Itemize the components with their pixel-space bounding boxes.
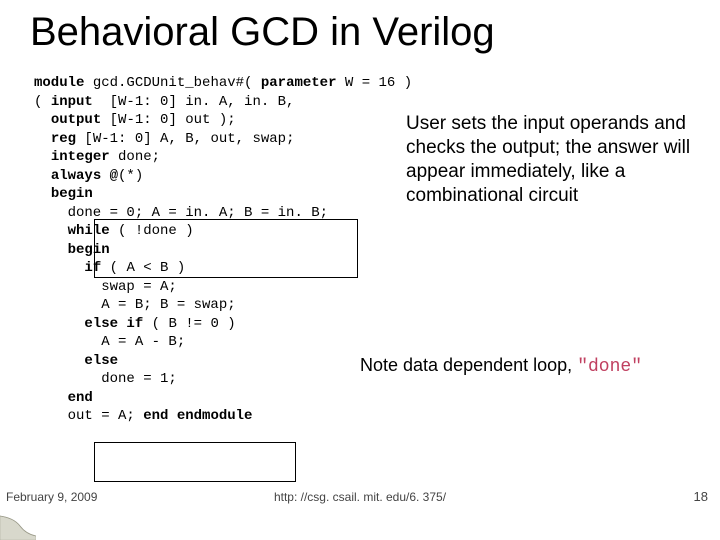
code-kw: module — [34, 75, 84, 91]
footer-page-number: 18 — [694, 489, 708, 504]
code-text — [34, 316, 84, 332]
code-text: [W-1: 0] in. A, in. B, — [93, 94, 295, 110]
slide-title: Behavioral GCD in Verilog — [30, 10, 690, 55]
code-kw: always @ — [51, 168, 118, 184]
code-text: [W-1: 0] out ); — [101, 112, 235, 128]
code-kw: end — [143, 408, 168, 424]
annotation-done-literal: "done" — [577, 357, 642, 377]
code-kw: begin — [51, 186, 93, 202]
code-kw: reg — [51, 131, 76, 147]
code-text — [34, 112, 51, 128]
code-text — [34, 168, 51, 184]
code-text: done = 1; — [34, 371, 177, 387]
code-text — [34, 223, 68, 239]
highlight-box-end — [94, 442, 296, 482]
code-text: W = 16 ) — [336, 75, 412, 91]
code-text — [34, 353, 84, 369]
code-kw: endmodule — [177, 408, 253, 424]
code-text: (*) — [118, 168, 143, 184]
code-text: swap = A; — [34, 279, 177, 295]
code-text — [34, 390, 68, 406]
annotation-text: Note data dependent loop, — [360, 355, 577, 375]
code-kw: integer — [51, 149, 110, 165]
code-text: out = A; — [34, 408, 143, 424]
code-text — [34, 242, 68, 258]
code-text — [34, 149, 51, 165]
code-text: done; — [110, 149, 160, 165]
highlight-box-init — [94, 219, 358, 278]
code-kw: output — [51, 112, 101, 128]
code-text: [W-1: 0] A, B, out, swap; — [76, 131, 294, 147]
code-text: A = A - B; — [34, 334, 185, 350]
code-kw: end — [68, 390, 93, 406]
code-kw: else if — [84, 316, 143, 332]
code-kw: parameter — [261, 75, 337, 91]
annotation-note-loop: Note data dependent loop, "done" — [360, 354, 720, 379]
code-kw: else — [84, 353, 118, 369]
code-text — [34, 131, 51, 147]
annotation-user-sets: User sets the input operands and checks … — [406, 112, 696, 208]
code-text — [34, 260, 84, 276]
code-text: A = B; B = swap; — [34, 297, 236, 313]
code-kw: input — [51, 94, 93, 110]
code-text — [168, 408, 176, 424]
code-text: ( B != 0 ) — [143, 316, 235, 332]
footer-url: http: //csg. csail. mit. edu/6. 375/ — [0, 490, 720, 504]
code-text — [34, 186, 51, 202]
code-text: gcd.GCDUnit_behav#( — [84, 75, 260, 91]
page-curl-icon — [0, 506, 36, 540]
code-text: ( — [34, 94, 51, 110]
